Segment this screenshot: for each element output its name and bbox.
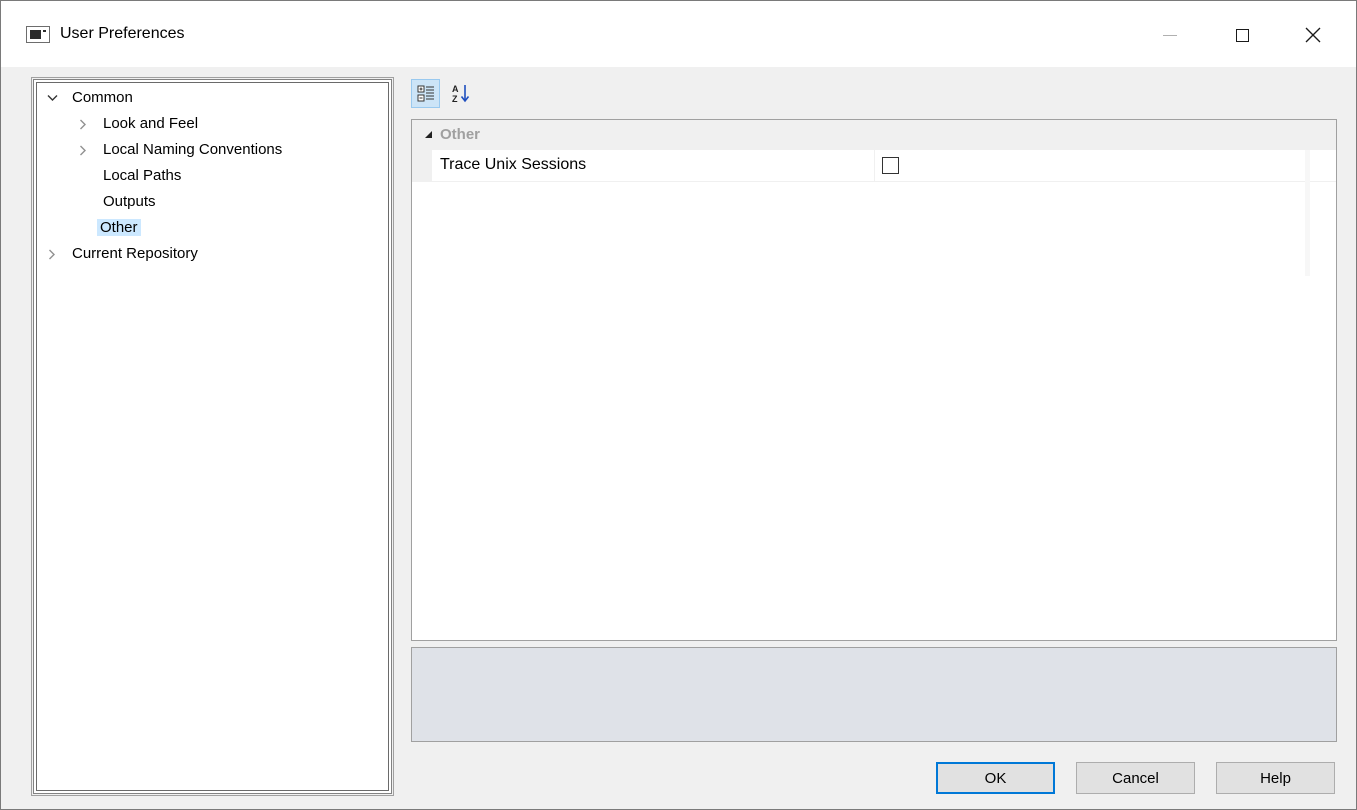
chevron-right-icon[interactable]: [76, 139, 90, 161]
collapse-triangle-icon[interactable]: [424, 130, 433, 139]
tree-item-local-naming-conventions[interactable]: Local Naming Conventions: [41, 139, 285, 161]
close-icon: [1305, 27, 1321, 43]
tree-item-outputs[interactable]: Outputs: [41, 191, 159, 213]
help-button[interactable]: Help: [1216, 762, 1335, 794]
property-row-trace-unix-sessions[interactable]: Trace Unix Sessions: [412, 150, 1336, 182]
tree-item-local-paths[interactable]: Local Paths: [41, 165, 184, 187]
chevron-right-icon[interactable]: [45, 243, 59, 265]
ok-button[interactable]: OK: [936, 762, 1055, 794]
trace-unix-sessions-checkbox[interactable]: [882, 157, 899, 174]
window-app-icon: [26, 26, 50, 43]
preferences-tree[interactable]: Common Look and Feel Local Naming Conven…: [31, 77, 394, 796]
maximize-button[interactable]: [1219, 15, 1265, 55]
svg-text:Z: Z: [452, 94, 458, 104]
title-bar[interactable]: User Preferences: [1, 1, 1356, 67]
tree-item-label: Other: [97, 219, 141, 236]
tree-item-label: Local Paths: [103, 167, 182, 184]
alphabetical-sort-button[interactable]: A Z: [446, 79, 475, 108]
cancel-button[interactable]: Cancel: [1076, 762, 1195, 794]
category-label: Other: [440, 126, 481, 143]
minimize-button[interactable]: [1147, 15, 1193, 55]
tree-item-common[interactable]: Common: [41, 87, 136, 109]
categorized-view-icon: [417, 85, 434, 101]
categorized-view-button[interactable]: [411, 79, 440, 108]
property-name: Trace Unix Sessions: [440, 156, 587, 173]
description-panel: [411, 647, 1337, 742]
tree-item-label: Current Repository: [72, 245, 198, 262]
tree-item-current-repository[interactable]: Current Repository: [41, 243, 201, 265]
tree-item-label: Common: [72, 89, 133, 106]
tree-item-label: Local Naming Conventions: [103, 141, 283, 158]
tree-item-other[interactable]: Other: [41, 217, 141, 239]
category-header-other[interactable]: Other: [412, 120, 1336, 150]
tree-item-look-and-feel[interactable]: Look and Feel: [41, 113, 201, 135]
tree-item-label: Look and Feel: [103, 115, 199, 132]
chevron-right-icon[interactable]: [76, 113, 90, 135]
property-grid[interactable]: Other Trace Unix Sessions: [411, 119, 1337, 641]
chevron-down-icon[interactable]: [45, 87, 59, 109]
tree-item-label: Outputs: [103, 193, 156, 210]
maximize-icon: [1235, 28, 1249, 42]
sort-alphabetical-icon: A Z: [452, 84, 469, 104]
user-preferences-dialog: User Preferences Common Look and Feel Lo…: [0, 0, 1357, 810]
svg-text:A: A: [452, 84, 459, 94]
close-button[interactable]: [1290, 15, 1336, 55]
minimize-icon: [1163, 34, 1177, 36]
window-title: User Preferences: [60, 25, 185, 42]
